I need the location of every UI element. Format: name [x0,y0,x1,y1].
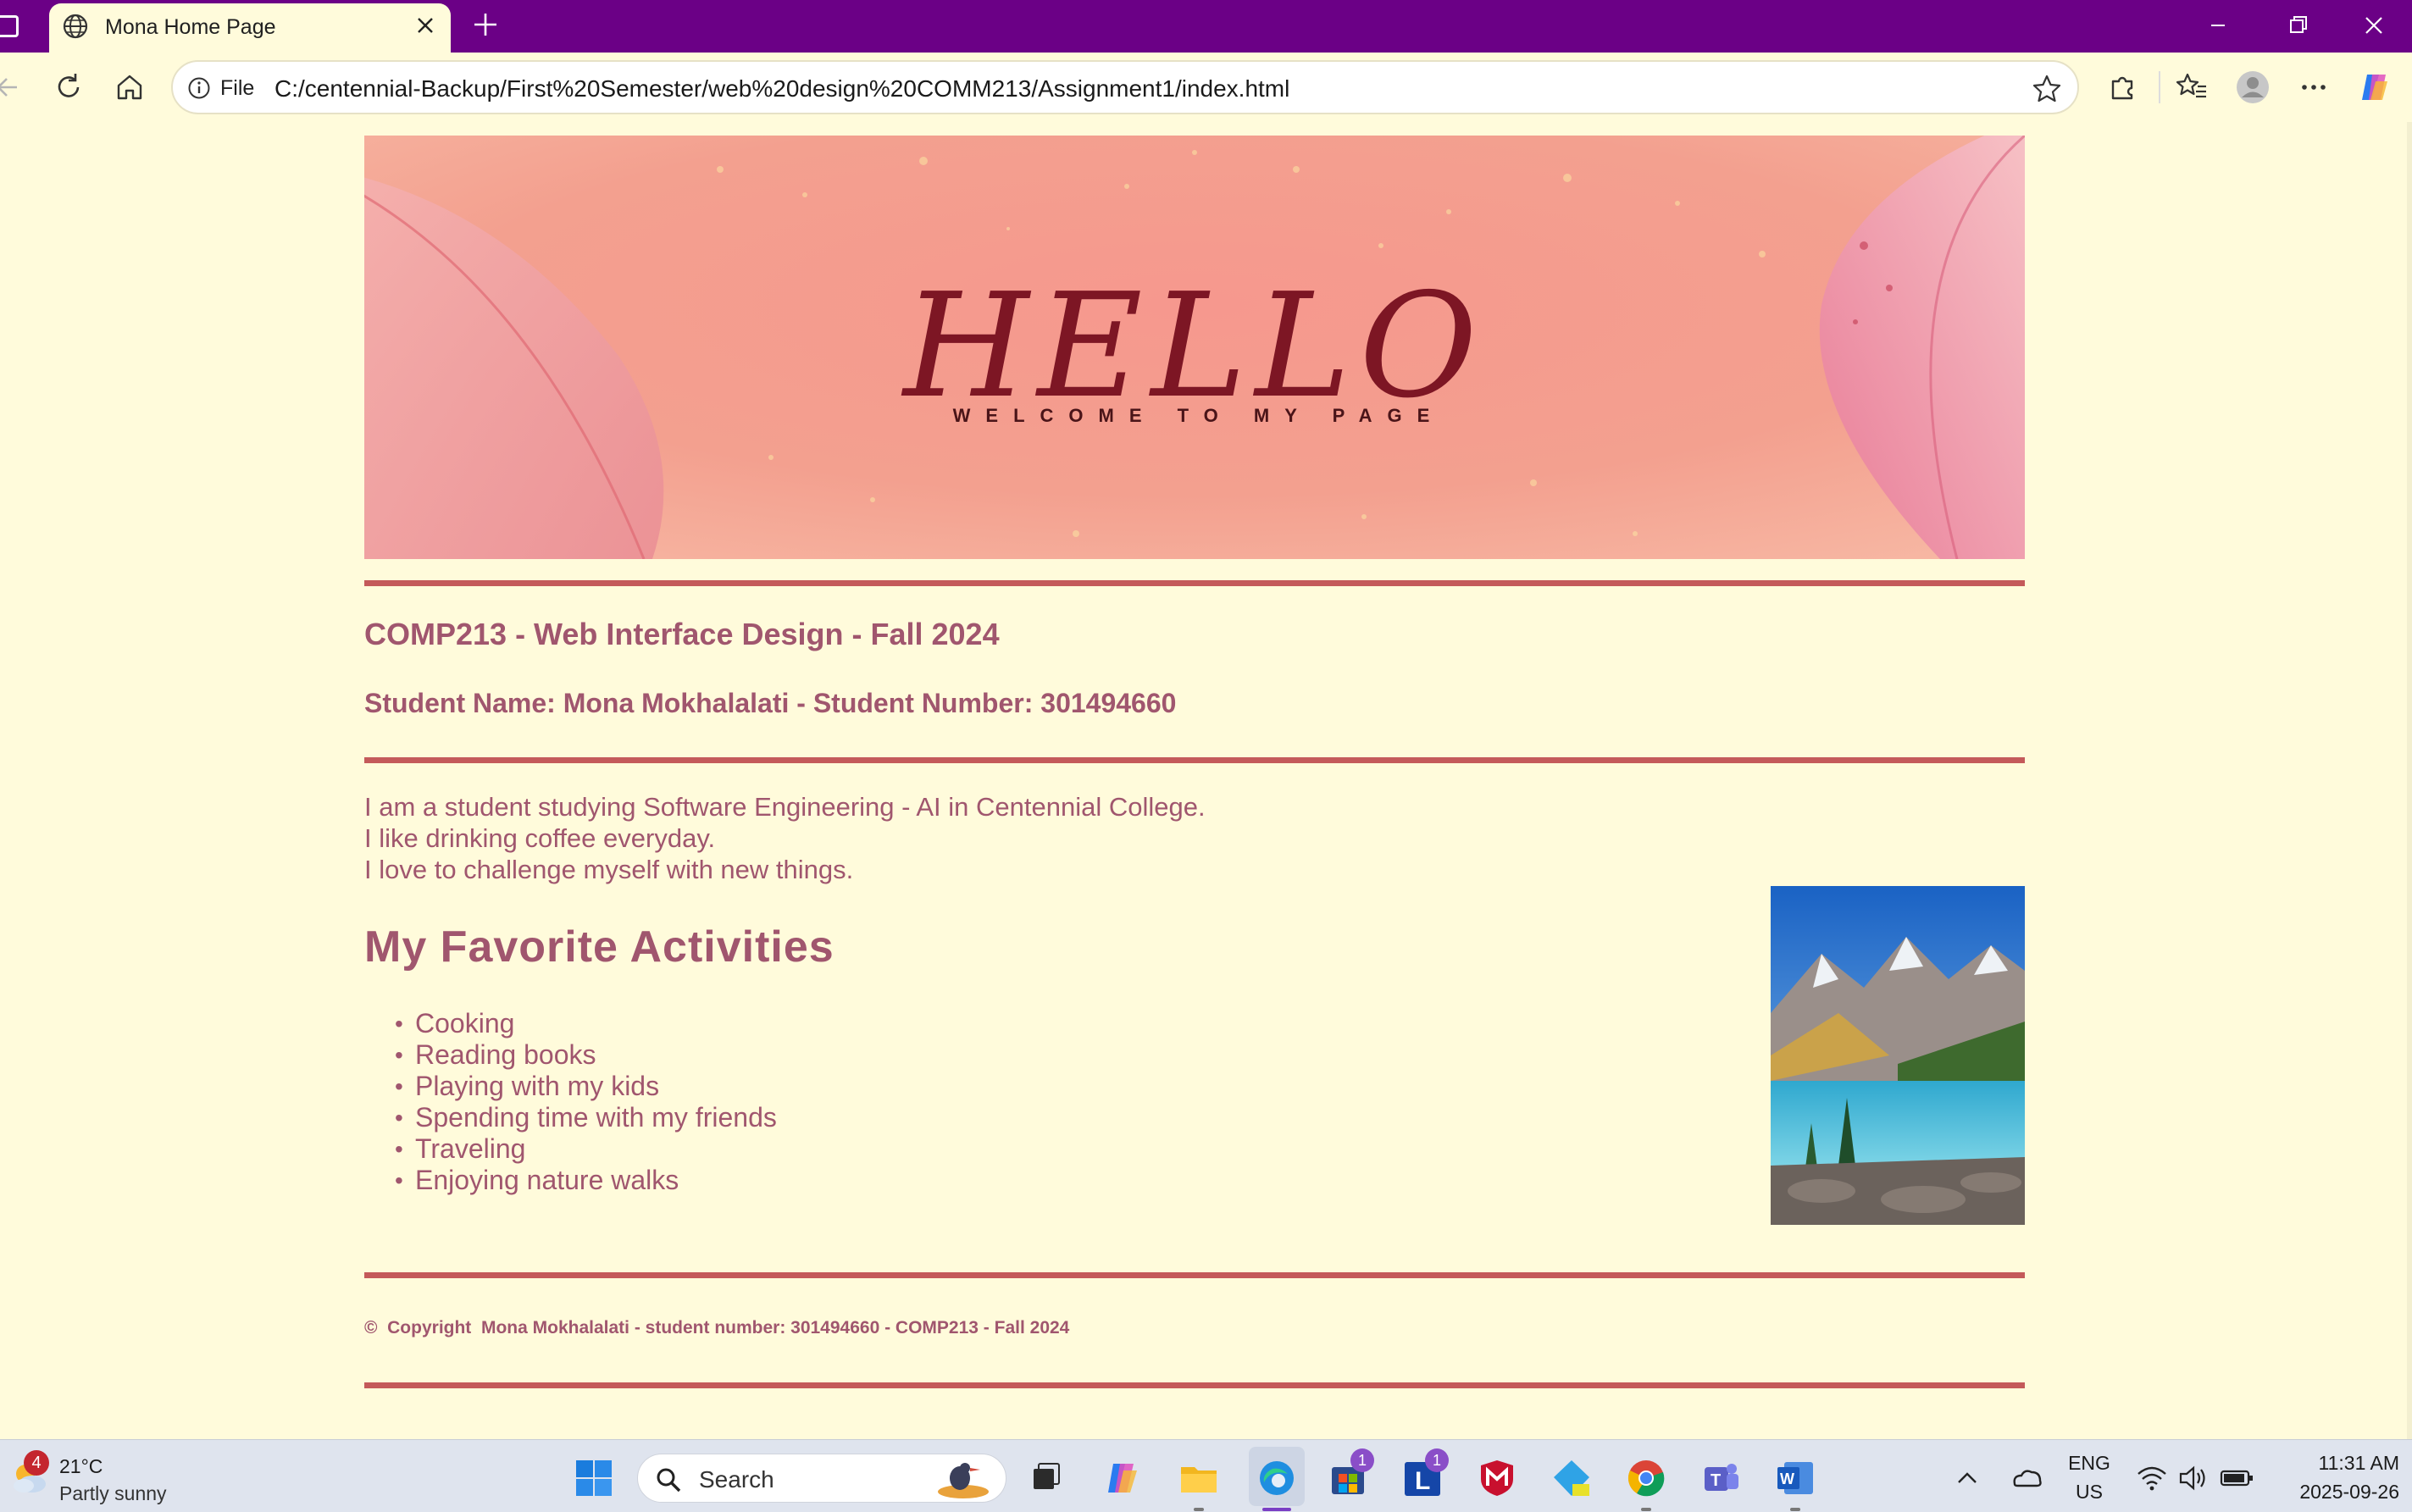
home-icon[interactable] [112,69,147,105]
running-indicator [1194,1508,1204,1511]
info-icon[interactable] [186,75,212,101]
chrome-icon[interactable] [1625,1457,1667,1499]
copyright-footer: © Copyright Mona Mokhalalati - student n… [364,1318,1070,1338]
search-icon [657,1468,681,1493]
sidebar-toggle-icon[interactable] [0,15,19,37]
divider [364,757,2025,763]
edge-browser-icon[interactable] [1256,1457,1298,1499]
copilot-icon[interactable] [2357,69,2393,105]
battery-icon[interactable] [2218,1457,2255,1499]
wifi-icon[interactable] [2135,1457,2169,1499]
divider [364,1382,2025,1388]
divider [364,580,2025,586]
list-item: Spending time with my friends [395,1102,777,1133]
favorite-star-icon[interactable] [2032,74,2062,104]
tab-title: Mona Home Page [105,15,276,39]
copilot-app-icon[interactable] [1101,1457,1144,1499]
toolbar-divider [2159,71,2160,103]
url-text[interactable]: C:/centennial-Backup/First%20Semester/we… [274,75,1289,102]
bio-line: I like drinking coffee everyday. [364,823,716,853]
task-view-icon[interactable] [1025,1457,1067,1499]
new-tab-icon[interactable] [471,10,500,39]
word-icon[interactable]: W [1774,1457,1816,1499]
back-arrow-icon[interactable] [0,69,30,105]
clock-date[interactable]: 2025-09-26 [2274,1481,2399,1504]
bio-line: I am a student studying Software Enginee… [364,792,1206,822]
web-page: HELLO WELCOME TO MY PAGE COMP213 - Web I… [0,122,2412,1439]
search-highlight-bird-icon [938,1463,989,1498]
extensions-icon[interactable] [2104,69,2140,105]
language-indicator[interactable]: ENG [2057,1452,2121,1475]
list-item: Cooking [395,1008,777,1039]
browser-toolbar: File C:/centennial-Backup/First%20Semest… [0,53,2412,122]
course-heading: COMP213 - Web Interface Design - Fall 20… [364,617,1000,651]
list-item: Enjoying nature walks [395,1165,777,1196]
bio-line: I love to challenge myself with new thin… [364,855,854,884]
minimize-icon[interactable] [2201,10,2235,41]
taskbar-search[interactable]: Search [637,1454,1006,1503]
address-bar[interactable]: File C:/centennial-Backup/First%20Semest… [171,60,2079,114]
taskbar: 4 21°C Partly sunny Search 1 L 1 T W ENG… [0,1439,2412,1512]
restore-icon[interactable] [2281,10,2315,41]
windows-start-icon[interactable] [573,1457,615,1499]
divider [364,1272,2025,1278]
svg-text:W: W [1780,1470,1794,1487]
linkedin-badge: 1 [1425,1448,1449,1472]
teams-icon[interactable]: T [1699,1457,1742,1499]
page-scrollbar[interactable] [2407,122,2412,1439]
banner-subtitle: WELCOME TO MY PAGE [952,405,1445,426]
list-item: Playing with my kids [395,1071,777,1102]
list-item: Reading books [395,1039,777,1071]
browser-tab[interactable]: Mona Home Page [49,3,451,53]
activities-heading: My Favorite Activities [364,922,834,972]
close-window-icon[interactable] [2357,10,2391,41]
url-scheme-label: File [220,76,255,100]
list-item: Traveling [395,1133,777,1165]
running-indicator [1641,1508,1651,1511]
student-heading: Student Name: Mona Mokhalalati - Student… [364,688,1177,718]
bio-paragraph: I am a student studying Software Enginee… [364,791,1206,885]
refresh-icon[interactable] [51,69,86,105]
running-indicator [1790,1508,1800,1511]
mcafee-icon[interactable] [1476,1457,1518,1499]
clock-time[interactable]: 11:31 AM [2274,1452,2399,1475]
active-indicator [1262,1508,1291,1511]
region-indicator[interactable]: US [2057,1481,2121,1504]
svg-text:L: L [1415,1467,1430,1495]
onedrive-icon[interactable] [2008,1457,2045,1499]
mountain-lake-image [1771,886,2025,1225]
mountain-lake-photo [1771,886,2025,1225]
favorites-icon[interactable] [2174,69,2210,105]
weather-temperature[interactable]: 21°C [59,1455,103,1478]
hello-banner-image: HELLO WELCOME TO MY PAGE [364,136,2025,559]
store-badge: 1 [1350,1448,1374,1472]
weather-alert-badge: 4 [24,1450,49,1476]
profile-avatar-icon[interactable] [2235,69,2271,105]
app-preview-icon[interactable] [1550,1457,1593,1499]
volume-icon[interactable] [2176,1457,2210,1499]
file-explorer-icon[interactable] [1178,1457,1220,1499]
activities-list: Cooking Reading books Playing with my ki… [395,1008,777,1196]
more-options-icon[interactable] [2296,69,2332,105]
weather-condition[interactable]: Partly sunny [59,1482,167,1505]
globe-icon [63,14,88,39]
close-tab-icon[interactable] [413,14,437,37]
chevron-up-icon[interactable] [1950,1457,1984,1499]
svg-text:T: T [1711,1471,1721,1490]
search-placeholder: Search [699,1466,774,1493]
browser-title-bar: Mona Home Page [0,0,2412,53]
